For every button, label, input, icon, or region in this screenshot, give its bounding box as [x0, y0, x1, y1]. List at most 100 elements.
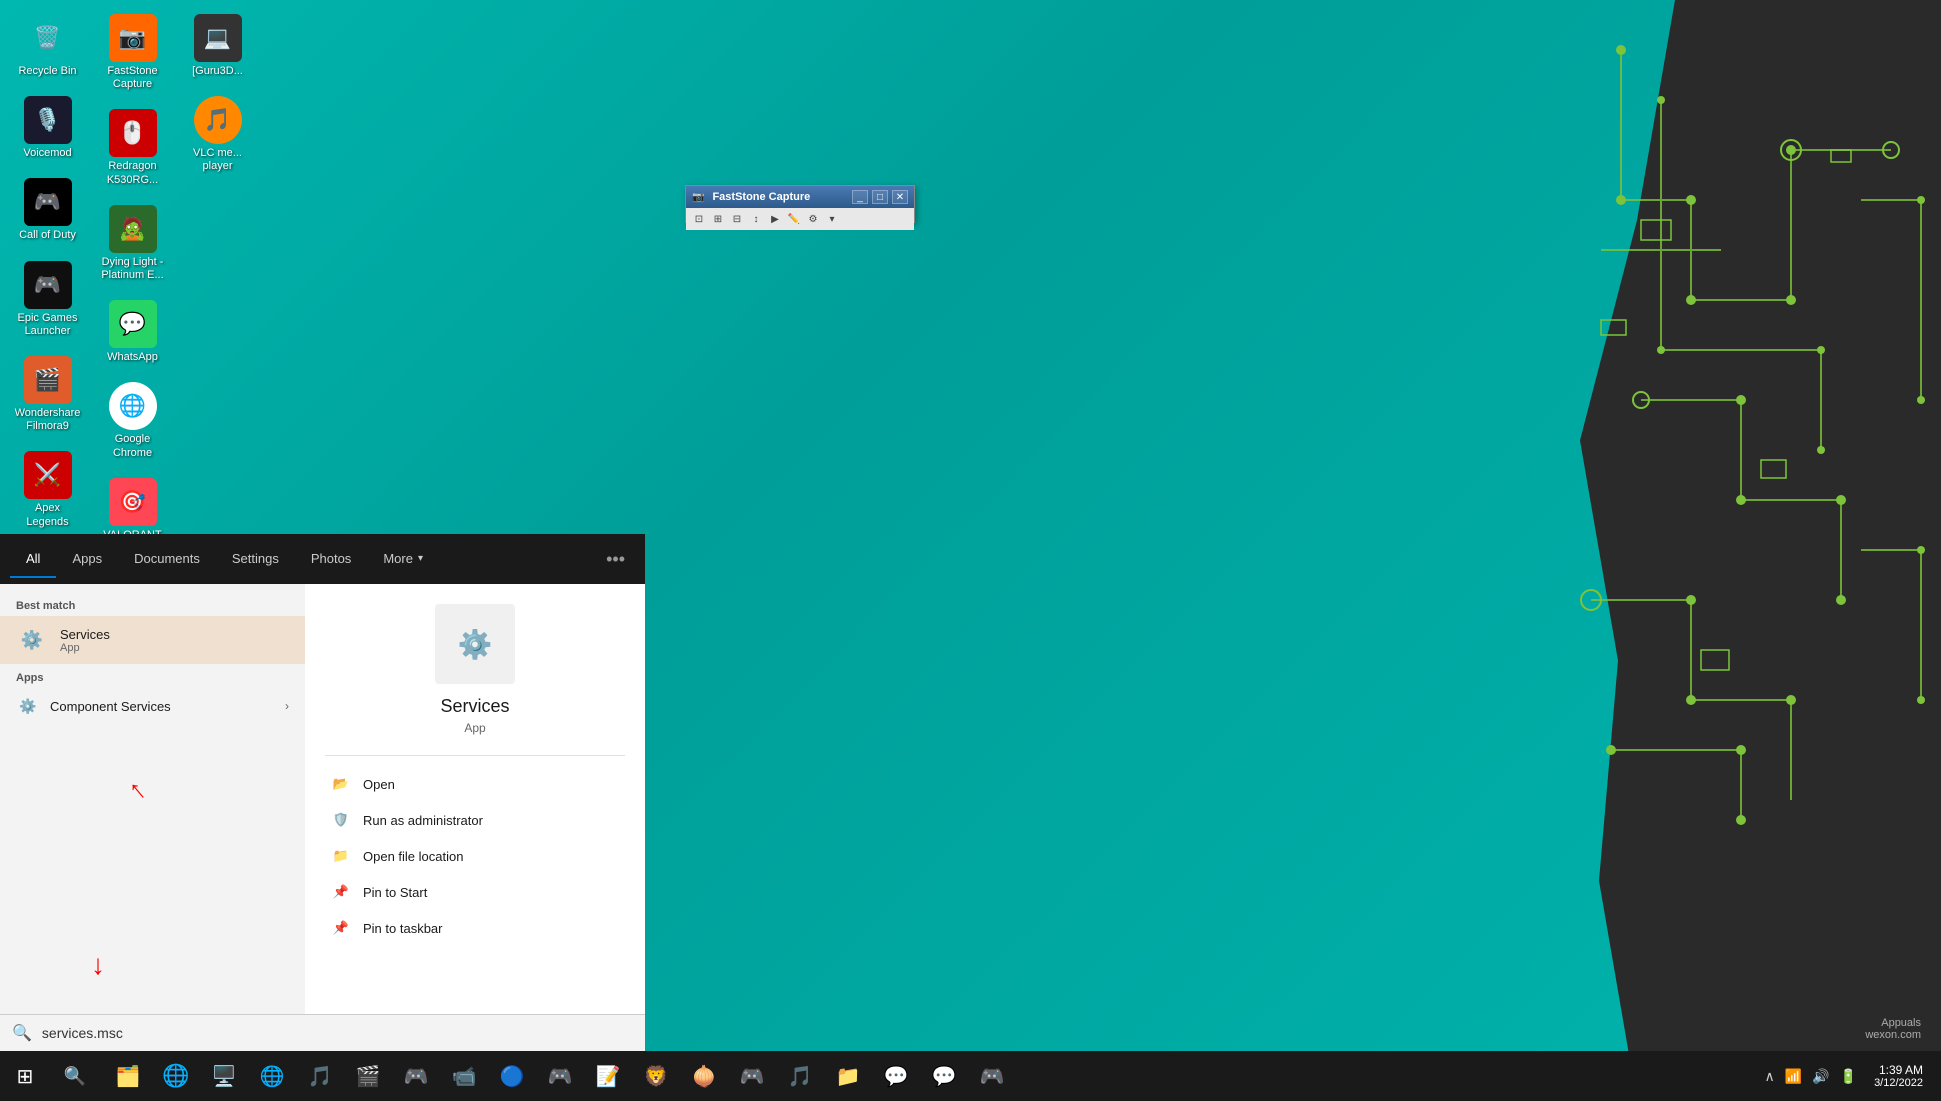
- desktop-icon-voicemod[interactable]: 🎙️ Voicemod: [10, 92, 85, 164]
- taskbar-icon-whatsapp[interactable]: 💬: [921, 1053, 967, 1099]
- tray-expand-icon[interactable]: ∧: [1762, 1066, 1778, 1087]
- desktop: 🗑️ Recycle Bin 🎙️ Voicemod 🎮 Call of Dut…: [0, 0, 1941, 1101]
- desktop-icon-call-of-duty[interactable]: 🎮 Call of Duty: [10, 174, 85, 246]
- taskbar-icon-brave[interactable]: 🦁: [633, 1053, 679, 1099]
- taskbar-icon-vlc[interactable]: 🎵: [777, 1053, 823, 1099]
- taskbar: ⊞ 🔍 🗂️ 🌐 🖥️ 🌐 🎵 🎬 🎮 📹 🔵 🎮 📝 🦁 🧅 🎮 🎵 📁 💬 …: [0, 1051, 1941, 1101]
- tray-network-icon[interactable]: 📶: [1782, 1066, 1805, 1087]
- results-left-panel: Best match ⚙️ Services App Apps ⚙️ Compo…: [0, 584, 305, 1014]
- app-component-services[interactable]: ⚙️ Component Services ›: [0, 688, 305, 724]
- desktop-icon-faststone[interactable]: 📷 FastStone Capture: [95, 10, 170, 95]
- taskbar-icon-edge[interactable]: 🌐: [153, 1053, 199, 1099]
- tab-settings[interactable]: Settings: [216, 541, 295, 578]
- open-label: Open: [363, 777, 395, 792]
- vlc-label: VLC me... player: [184, 147, 251, 173]
- taskbar-icon-epic[interactable]: 🎮: [393, 1053, 439, 1099]
- tab-apps[interactable]: Apps: [56, 541, 118, 578]
- taskbar-icon-file-explorer[interactable]: 📁: [825, 1053, 871, 1099]
- pin-start-label: Pin to Start: [363, 885, 427, 900]
- tab-documents[interactable]: Documents: [118, 541, 216, 578]
- callofduty-label: Call of Duty: [19, 229, 76, 242]
- desktop-icon-recycle-bin[interactable]: 🗑️ Recycle Bin: [10, 10, 85, 82]
- taskbar-icon-edge2[interactable]: 🔵: [489, 1053, 535, 1099]
- right-panel-subtitle: App: [325, 721, 625, 735]
- taskbar-icon-zoom[interactable]: 📹: [441, 1053, 487, 1099]
- fs-settings[interactable]: ⚙: [804, 210, 822, 228]
- taskbar-icon-taskview[interactable]: 🗂️: [105, 1053, 151, 1099]
- tray-system-icons: ∧ 📶 🔊 🔋: [1762, 1066, 1861, 1087]
- services-icon: ⚙️: [16, 624, 48, 656]
- tray-volume-icon[interactable]: 🔊: [1809, 1066, 1832, 1087]
- taskbar-icon-xbox[interactable]: 🎮: [537, 1053, 583, 1099]
- fs-capture-window[interactable]: ⊞: [709, 210, 727, 228]
- taskbar-icon-spotify[interactable]: 🎵: [297, 1053, 343, 1099]
- pin-taskbar-label: Pin to taskbar: [363, 921, 443, 936]
- action-open-file-location[interactable]: 📁 Open file location: [325, 838, 625, 874]
- watermark-line2: wexon.com: [1865, 1029, 1921, 1041]
- epic-games-icon: 🎮: [24, 261, 72, 309]
- desktop-icon-guru3d[interactable]: 💻 [Guru3D...: [180, 10, 255, 82]
- more-options-button[interactable]: •••: [596, 549, 635, 570]
- component-services-arrow: ›: [285, 699, 289, 713]
- taskbar-icon-chrome[interactable]: 🌐: [249, 1053, 295, 1099]
- redragon-icon: 🖱️: [109, 109, 157, 157]
- taskbar-icon-premiere[interactable]: 🎬: [345, 1053, 391, 1099]
- fs-video[interactable]: ▶: [766, 210, 784, 228]
- faststone-toolbar: ⊡ ⊞ ⊟ ↕ ▶ ✏️ ⚙ ▾: [686, 208, 914, 230]
- taskbar-icon-notepad[interactable]: 📝: [585, 1053, 631, 1099]
- pin-taskbar-icon: 📌: [331, 918, 351, 938]
- action-open[interactable]: 📂 Open: [325, 766, 625, 802]
- desktop-icon-epic-games[interactable]: 🎮 Epic Games Launcher: [10, 257, 85, 342]
- result-services[interactable]: ⚙️ Services App: [0, 616, 305, 664]
- desktop-icon-google-chrome[interactable]: 🌐 Google Chrome: [95, 378, 170, 463]
- vlc-icon: 🎵: [194, 96, 242, 144]
- tab-photos[interactable]: Photos: [295, 541, 367, 578]
- search-tabs-bar: All Apps Documents Settings Photos More …: [0, 534, 645, 584]
- taskbar-icon-steam2[interactable]: 🎮: [969, 1053, 1015, 1099]
- action-run-as-admin[interactable]: 🛡️ Run as administrator: [325, 802, 625, 838]
- taskbar-search-button[interactable]: 🔍: [50, 1051, 100, 1101]
- desktop-icon-apex[interactable]: ⚔️ Apex Legends: [10, 447, 85, 532]
- results-right-panel: ⚙️ Services App 📂 Open 🛡️ Run as adminis…: [305, 584, 645, 1014]
- fs-scroll[interactable]: ↕: [747, 210, 765, 228]
- close-button[interactable]: ✕: [892, 190, 908, 204]
- valorant-icon: 🎯: [109, 478, 157, 526]
- services-gear-icon: ⚙️: [458, 628, 493, 661]
- minimize-button[interactable]: _: [852, 190, 868, 204]
- faststone-title: FastStone Capture: [712, 191, 848, 203]
- tab-more-label: More: [383, 551, 413, 566]
- action-pin-to-start[interactable]: 📌 Pin to Start: [325, 874, 625, 910]
- pin-start-icon: 📌: [331, 882, 351, 902]
- taskbar-icon-discord[interactable]: 💬: [873, 1053, 919, 1099]
- maximize-button[interactable]: □: [872, 190, 888, 204]
- tray-time: 1:39 AM: [1874, 1063, 1923, 1077]
- desktop-icon-wondershare[interactable]: 🎬 Wondershare Filmora9: [10, 352, 85, 437]
- tab-all[interactable]: All: [10, 541, 56, 578]
- desktop-icon-vlc[interactable]: 🎵 VLC me... player: [180, 92, 255, 177]
- start-menu: All Apps Documents Settings Photos More …: [0, 534, 645, 1051]
- tray-clock[interactable]: 1:39 AM 3/12/2022: [1866, 1063, 1931, 1089]
- desktop-icon-dying-light[interactable]: 🧟 Dying Light - Platinum E...: [95, 201, 170, 286]
- desktop-icon-whatsapp[interactable]: 💬 WhatsApp: [95, 296, 170, 368]
- file-location-icon: 📁: [331, 846, 351, 866]
- component-services-icon: ⚙️: [16, 694, 40, 718]
- fs-capture-screen[interactable]: ⊡: [690, 210, 708, 228]
- fs-more[interactable]: ▾: [823, 210, 841, 228]
- right-panel-divider: [325, 755, 625, 756]
- tab-all-label: All: [26, 551, 40, 566]
- tray-battery-icon[interactable]: 🔋: [1837, 1066, 1860, 1087]
- taskbar-icon-geforce[interactable]: 🖥️: [201, 1053, 247, 1099]
- chevron-down-icon: ▾: [418, 553, 423, 564]
- tab-more[interactable]: More ▾: [367, 541, 439, 578]
- action-pin-to-taskbar[interactable]: 📌 Pin to taskbar: [325, 910, 625, 946]
- search-input[interactable]: [42, 1025, 633, 1041]
- fs-draw[interactable]: ✏️: [785, 210, 803, 228]
- taskbar-icons-group: 🗂️ 🌐 🖥️ 🌐 🎵 🎬 🎮 📹 🔵 🎮 📝 🦁 🧅 🎮 🎵 📁 💬 💬 🎮: [100, 1053, 1020, 1099]
- fs-capture-region[interactable]: ⊟: [728, 210, 746, 228]
- taskbar-icon-tor[interactable]: 🧅: [681, 1053, 727, 1099]
- component-services-name: Component Services: [50, 699, 275, 714]
- desktop-icon-redragon[interactable]: 🖱️ Redragon K530RG...: [95, 105, 170, 190]
- faststone-icon: 📷: [109, 14, 157, 62]
- taskbar-icon-steam[interactable]: 🎮: [729, 1053, 775, 1099]
- start-button[interactable]: ⊞: [0, 1051, 50, 1101]
